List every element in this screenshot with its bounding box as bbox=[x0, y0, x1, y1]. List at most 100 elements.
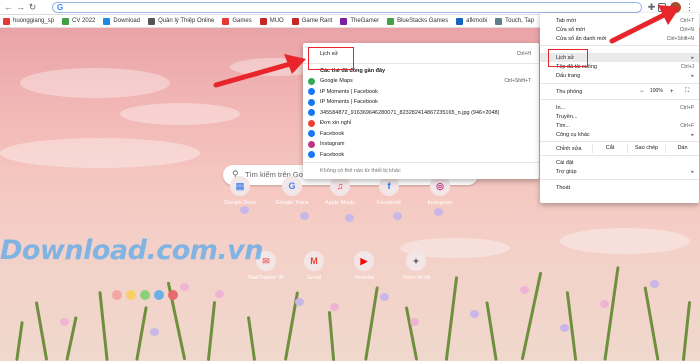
history-highlight-box bbox=[308, 47, 354, 70]
reload-icon[interactable]: ↻ bbox=[27, 2, 38, 13]
shortcut-tile[interactable]: + Thêm lối tắt bbox=[394, 251, 438, 281]
history-entry-label: Facebook bbox=[320, 151, 345, 158]
shortcut-tile[interactable]: ◎ Instagram bbox=[418, 176, 462, 206]
bookmark-favicon-icon bbox=[456, 17, 464, 25]
copy-button[interactable]: Sao chép bbox=[627, 144, 665, 153]
divider bbox=[540, 99, 699, 100]
shortcut-icon: f bbox=[379, 176, 399, 196]
site-favicon-icon bbox=[308, 130, 315, 137]
new-window-label: Cửa sổ mới bbox=[556, 26, 585, 33]
shortcut-icon: ▶ bbox=[354, 251, 374, 271]
divider bbox=[540, 179, 699, 180]
watermark-dot bbox=[112, 290, 122, 300]
paste-button[interactable]: Dán bbox=[665, 144, 699, 153]
site-favicon-icon bbox=[308, 119, 315, 127]
menu-cast[interactable]: Truyền... bbox=[540, 112, 699, 121]
menu-zoom: Thu phóng − 100% + ⛶ bbox=[540, 87, 699, 96]
menu-find[interactable]: Tìm... Ctrl+F bbox=[540, 121, 699, 130]
bookmark-label: BlueStacks Games bbox=[397, 18, 449, 24]
back-arrow-icon[interactable]: ← bbox=[3, 2, 14, 13]
history-entry[interactable]: IP Moments | Facebook bbox=[303, 87, 539, 97]
shortcut-tile[interactable]: G Google Trans bbox=[270, 176, 314, 206]
bookmark-item[interactable]: Touch, Tap bbox=[495, 17, 534, 25]
shortcut-tile[interactable]: M Gmail bbox=[292, 251, 336, 281]
bookmark-item[interactable]: Download bbox=[103, 17, 140, 25]
bookmark-item[interactable]: huonggiang_sp bbox=[3, 17, 55, 25]
shortcut-tile[interactable]: ♫ Apple Music bbox=[318, 176, 362, 206]
google-g-icon: G bbox=[57, 3, 64, 12]
bookmark-item[interactable]: Quản lý Thiệp Online bbox=[148, 17, 214, 25]
bookmarks-label: Dấu trang bbox=[556, 72, 581, 79]
no-device-tabs-text: Không có thẻ nào từ thiết bị khác bbox=[320, 168, 401, 174]
arrow-to-history-submenu bbox=[213, 54, 306, 88]
bookmark-item[interactable]: Game Rant bbox=[291, 17, 332, 25]
print-label: In... bbox=[556, 104, 566, 111]
incognito-label: Cửa sổ ẩn danh mới bbox=[556, 35, 607, 42]
shortcut-label: Google Trans bbox=[275, 200, 309, 206]
more-tools-label: Công cụ khác bbox=[556, 131, 590, 138]
bookmark-label: CV 2022 bbox=[72, 18, 96, 24]
exit-label: Thoát bbox=[556, 184, 571, 191]
divider bbox=[303, 162, 539, 163]
bookmark-label: huonggiang_sp bbox=[13, 18, 55, 24]
bookmark-item[interactable]: Games bbox=[222, 17, 252, 25]
watermark-dot bbox=[154, 290, 164, 300]
bookmark-item[interactable]: TheGamer bbox=[340, 17, 380, 25]
bookmark-label: Games bbox=[232, 18, 252, 24]
bookmark-favicon-icon bbox=[103, 17, 111, 25]
chevron-right-icon: ▸ bbox=[691, 131, 694, 138]
shortcut-tile[interactable]: ▤ Google Docs bbox=[218, 176, 262, 206]
history-entry[interactable]: Google Maps Ctrl+Shift+T bbox=[303, 76, 539, 86]
shortcut-label: Apple Music bbox=[325, 200, 355, 206]
shortcut-label: Gmail bbox=[306, 275, 322, 281]
watermark-dot bbox=[126, 290, 136, 300]
print-shortcut: Ctrl+P bbox=[679, 104, 694, 111]
history-entry-label: IP Moments | Facebook bbox=[320, 88, 378, 95]
history-entry[interactable]: 345584872_916369646280071_82328241486723… bbox=[303, 108, 539, 118]
zoom-in-button[interactable]: + bbox=[670, 89, 674, 95]
forward-arrow-icon[interactable]: → bbox=[15, 2, 26, 13]
chevron-right-icon: ▸ bbox=[691, 168, 694, 175]
chevron-right-icon: ▸ bbox=[691, 54, 694, 61]
bookmark-label: afkmobi bbox=[466, 18, 488, 24]
menu-more-tools[interactable]: Công cụ khác ▸ bbox=[540, 130, 699, 139]
menu-exit[interactable]: Thoát bbox=[540, 183, 699, 192]
shortcut-tile[interactable]: f Facebook bbox=[367, 176, 411, 206]
shortcut-tile[interactable]: ▶ Youtube bbox=[342, 251, 386, 281]
zoom-label: Thu phóng bbox=[556, 88, 583, 95]
menu-help[interactable]: Trợ giúp ▸ bbox=[540, 167, 699, 176]
history-entry[interactable]: Đơn xin nghỉ bbox=[303, 118, 539, 128]
site-favicon-icon bbox=[308, 151, 315, 158]
site-favicon-icon bbox=[308, 98, 315, 106]
shortcut-label: Youtube bbox=[354, 275, 374, 281]
bookmark-favicon-icon bbox=[62, 17, 70, 25]
kebab-menu-icon[interactable]: ⋮ bbox=[684, 2, 695, 13]
history-entry[interactable]: Facebook bbox=[303, 150, 539, 160]
bookmark-item[interactable]: MUO bbox=[259, 17, 284, 25]
zoom-level: 100% bbox=[650, 88, 663, 94]
history-entry-label: Google Maps bbox=[320, 78, 353, 84]
address-bar[interactable]: G bbox=[52, 2, 642, 13]
menu-print[interactable]: In... Ctrl+P bbox=[540, 103, 699, 112]
fullscreen-icon[interactable]: ⛶ bbox=[685, 88, 689, 95]
menu-settings[interactable]: Cài đặt bbox=[540, 158, 699, 167]
shortcut-label: Instagram bbox=[427, 200, 453, 206]
bookmark-label: TheGamer bbox=[350, 18, 380, 24]
bookmark-favicon-icon bbox=[148, 17, 156, 25]
download-watermark: Download.com.vn bbox=[0, 235, 264, 266]
history-entry[interactable]: Instagram bbox=[303, 139, 539, 149]
shortcut-label: Thêm lối tắt bbox=[401, 275, 431, 281]
bookmark-item[interactable]: afkmobi bbox=[456, 17, 488, 25]
zoom-out-button[interactable]: − bbox=[640, 89, 644, 95]
shortcut-label: Facebook bbox=[376, 200, 402, 206]
divider bbox=[540, 83, 699, 84]
bookmark-item[interactable]: BlueStacks Games bbox=[387, 17, 449, 25]
bookmark-item[interactable]: CV 2022 bbox=[62, 17, 96, 25]
menu-bookmarks[interactable]: Dấu trang ▸ bbox=[540, 71, 699, 80]
cut-button[interactable]: Cắt bbox=[592, 144, 627, 153]
history-entry[interactable]: Facebook bbox=[303, 129, 539, 139]
shortcut-icon: ♫ bbox=[330, 176, 350, 196]
history-entry[interactable]: IP Moments | Facebook bbox=[303, 97, 539, 107]
history-shortcut: Ctrl+H bbox=[516, 51, 531, 57]
bookmark-favicon-icon bbox=[3, 17, 10, 25]
